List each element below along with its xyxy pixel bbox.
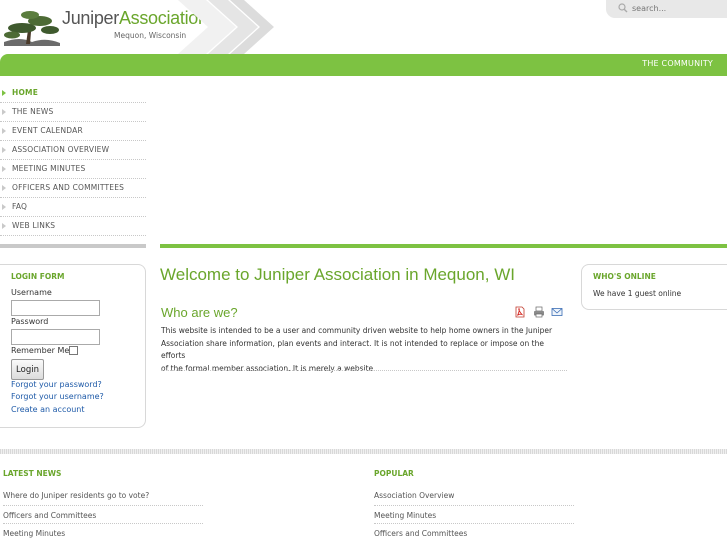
list-item[interactable]: Officers and Committees	[3, 504, 203, 524]
arrow-right-icon	[2, 166, 6, 172]
decorative-chevrons	[178, 0, 274, 54]
create-account-link[interactable]: Create an account	[11, 405, 85, 414]
list-item[interactable]: Officers and Committees	[374, 523, 574, 542]
login-form-panel: LOGIN FORM Username Password Remember Me…	[0, 264, 146, 428]
forgot-password-link[interactable]: Forgot your password?	[11, 380, 102, 389]
remember-me-label: Remember Me	[11, 346, 70, 355]
list-item[interactable]: Meeting Minutes	[3, 523, 203, 542]
sidebar-item-the-news[interactable]: THE NEWS	[0, 103, 146, 122]
password-field[interactable]	[11, 329, 100, 345]
password-label: Password	[11, 317, 49, 326]
arrow-right-icon	[2, 128, 6, 134]
footer-divider	[0, 449, 727, 454]
content-divider	[160, 244, 727, 248]
page-title: Welcome to Juniper Association in Mequon…	[160, 265, 515, 284]
sidebar-item-label: MEETING MINUTES	[12, 164, 86, 173]
login-button[interactable]: Login	[11, 359, 44, 380]
arrow-right-icon	[2, 223, 6, 229]
latest-news-section: LATEST NEWS Where do Juniper residents g…	[3, 468, 203, 542]
article-line: Association share information, plan even…	[161, 338, 544, 361]
article-title[interactable]: Who are we?	[161, 305, 238, 320]
arrow-right-icon	[2, 185, 6, 191]
sidebar-item-event-calendar[interactable]: EVENT CALENDAR	[0, 122, 146, 141]
top-nav-bar: THE COMMUNITY	[0, 54, 727, 76]
username-label: Username	[11, 288, 52, 297]
arrow-right-icon	[2, 147, 6, 153]
sidebar-item-faq[interactable]: FAQ	[0, 198, 146, 217]
sidebar-item-association-overview[interactable]: ASSOCIATION OVERVIEW	[0, 141, 146, 160]
sidebar-item-web-links[interactable]: WEB LINKS	[0, 217, 146, 236]
pdf-icon[interactable]	[514, 306, 526, 318]
popular-heading: POPULAR	[374, 469, 414, 478]
forgot-username-link[interactable]: Forgot your username?	[11, 392, 104, 401]
article-line: This website is intended to be a user an…	[161, 326, 553, 335]
print-icon[interactable]	[533, 306, 545, 318]
list-item[interactable]: Meeting Minutes	[374, 504, 574, 524]
arrow-right-icon	[2, 109, 6, 115]
sidebar-item-label: THE NEWS	[12, 107, 54, 116]
whos-online-text: We have 1 guest online	[593, 289, 682, 298]
popular-section: POPULAR Association Overview Meeting Min…	[374, 468, 574, 542]
whos-online-heading: WHO'S ONLINE	[593, 272, 656, 281]
list-item[interactable]: Association Overview	[374, 486, 574, 505]
sidebar-divider	[0, 244, 146, 248]
email-icon[interactable]	[551, 306, 563, 318]
sidebar-item-home[interactable]: HOME	[0, 84, 146, 103]
article-separator	[161, 370, 567, 371]
arrow-right-icon	[2, 204, 6, 210]
sidebar-item-meeting-minutes[interactable]: MEETING MINUTES	[0, 160, 146, 179]
whos-online-panel: WHO'S ONLINE We have 1 guest online	[581, 264, 727, 310]
site-header: JuniperAssociation Mequon, Wisconsin	[0, 0, 727, 54]
arrow-right-icon	[2, 90, 6, 96]
article-line: of the formal member association. It is …	[161, 363, 376, 373]
sidebar-item-label: FAQ	[12, 202, 28, 211]
sidebar-item-label: WEB LINKS	[12, 221, 56, 230]
username-field[interactable]	[11, 300, 100, 316]
login-form-heading: LOGIN FORM	[11, 272, 65, 281]
sidebar-item-label: ASSOCIATION OVERVIEW	[12, 145, 110, 154]
sidebar-menu: HOME THE NEWS EVENT CALENDAR ASSOCIATION…	[0, 84, 146, 236]
search-box	[606, 0, 727, 18]
juniper-tree-logo-icon[interactable]	[0, 6, 64, 50]
sidebar-item-label: EVENT CALENDAR	[12, 126, 83, 135]
article-actions	[514, 306, 566, 319]
sidebar-item-label: HOME	[12, 88, 39, 97]
search-input[interactable]	[632, 1, 722, 16]
article-body: This website is intended to be a user an…	[161, 325, 569, 375]
search-icon[interactable]	[618, 3, 628, 13]
remember-me-checkbox[interactable]	[69, 346, 78, 355]
sidebar-item-officers-and-committees[interactable]: OFFICERS AND COMMITTEES	[0, 179, 146, 198]
nav-link-the-community[interactable]: THE COMMUNITY	[642, 59, 713, 68]
site-subtitle: Mequon, Wisconsin	[114, 31, 187, 40]
list-item[interactable]: Where do Juniper residents go to vote?	[3, 486, 203, 505]
latest-news-heading: LATEST NEWS	[3, 469, 62, 478]
sidebar-item-label: OFFICERS AND COMMITTEES	[12, 183, 125, 192]
site-title-main: Juniper	[62, 8, 119, 28]
